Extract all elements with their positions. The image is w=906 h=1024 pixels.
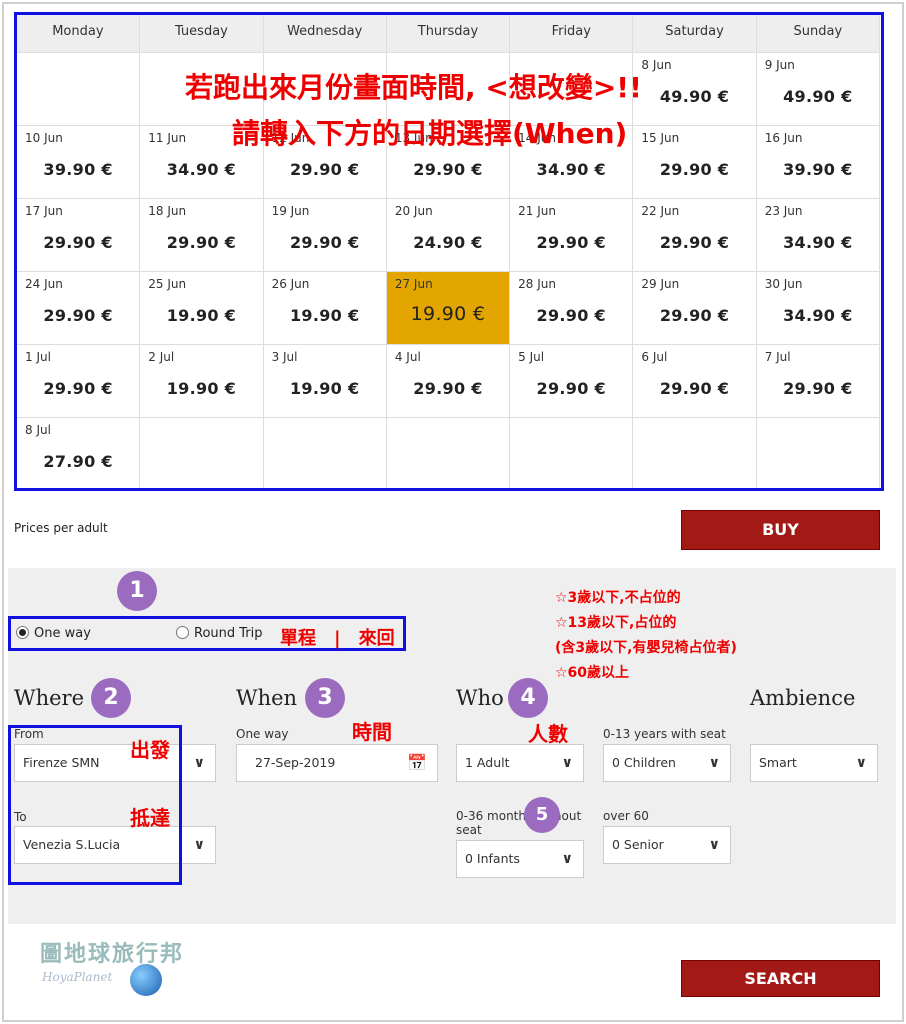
children-value: 0 Children	[612, 755, 676, 770]
round-trip-label: Round Trip	[194, 626, 263, 641]
senior-label: over 60	[603, 809, 649, 823]
from-note: 出發	[130, 738, 170, 762]
senior-value: 0 Senior	[612, 837, 664, 852]
age-note: ☆60歲以上	[555, 665, 630, 681]
chevron-down-icon: ∨	[708, 837, 720, 853]
infants-label: 0-36 months without seat	[456, 809, 582, 837]
to-note: 抵達	[130, 806, 170, 830]
step-badge-4: 4	[508, 678, 548, 718]
where-heading: Where	[14, 686, 85, 710]
chevron-down-icon: ∨	[708, 755, 720, 771]
chevron-down-icon: ∨	[561, 851, 573, 867]
calendar-icon[interactable]: 📅	[407, 745, 427, 781]
logo-subtext: HoyaPlanet	[42, 970, 113, 984]
step-badge-1: 1	[117, 571, 157, 611]
trip-type-note: 單程 | 來回	[280, 628, 395, 649]
infants-select[interactable]: 0 Infants ∨	[456, 840, 584, 878]
one-way-label: One way	[34, 626, 91, 641]
ambience-value: Smart	[759, 755, 797, 770]
radio-checked-icon	[16, 626, 29, 639]
globe-logo-icon	[130, 964, 162, 996]
step-badge-5: 5	[524, 797, 560, 833]
who-heading: Who	[456, 686, 504, 710]
age-note: ☆13歲以下,占位的	[555, 615, 677, 631]
chevron-down-icon: ∨	[561, 755, 573, 771]
search-button[interactable]: SEARCH	[681, 960, 880, 997]
who-note: 人數	[528, 722, 568, 746]
step-badge-2: 2	[91, 678, 131, 718]
chevron-down-icon: ∨	[855, 755, 867, 771]
radio-unchecked-icon	[176, 626, 189, 639]
adults-value: 1 Adult	[465, 755, 510, 770]
children-select[interactable]: 0 Children ∨	[603, 744, 731, 782]
when-label: One way	[236, 727, 289, 741]
children-label: 0-13 years with seat	[603, 727, 726, 741]
chevron-down-icon: ∨	[193, 837, 205, 853]
logo-text: 圖地球旅行邦	[40, 942, 185, 967]
one-way-radio[interactable]: One way	[16, 626, 91, 641]
adults-select[interactable]: 1 Adult ∨	[456, 744, 584, 782]
prices-note: Prices per adult	[14, 521, 108, 535]
ambience-heading: Ambience	[750, 686, 856, 710]
infants-value: 0 Infants	[465, 851, 520, 866]
when-heading: When	[236, 686, 298, 710]
step-badge-3: 3	[305, 678, 345, 718]
date-input[interactable]: 27-Sep-2019 📅	[236, 744, 438, 782]
age-note: (含3歲以下,有嬰兒椅占位者)	[555, 640, 737, 656]
date-value: 27-Sep-2019	[255, 755, 336, 770]
buy-button[interactable]: BUY	[681, 510, 880, 550]
when-note: 時間	[352, 720, 392, 744]
senior-select[interactable]: 0 Senior ∨	[603, 826, 731, 864]
calendar-note: 若跑出來月份畫面時間, <想改變>!!	[185, 71, 642, 104]
age-note: ☆3歲以下,不占位的	[555, 590, 681, 606]
round-trip-radio[interactable]: Round Trip	[176, 626, 263, 641]
ambience-select[interactable]: Smart ∨	[750, 744, 878, 782]
chevron-down-icon: ∨	[193, 755, 205, 771]
calendar-note: 請轉入下方的日期選擇(When)	[232, 117, 628, 150]
age-notes: ☆3歲以下,不占位的 ☆13歲以下,占位的 (含3歲以下,有嬰兒椅占位者) ☆6…	[555, 586, 875, 686]
